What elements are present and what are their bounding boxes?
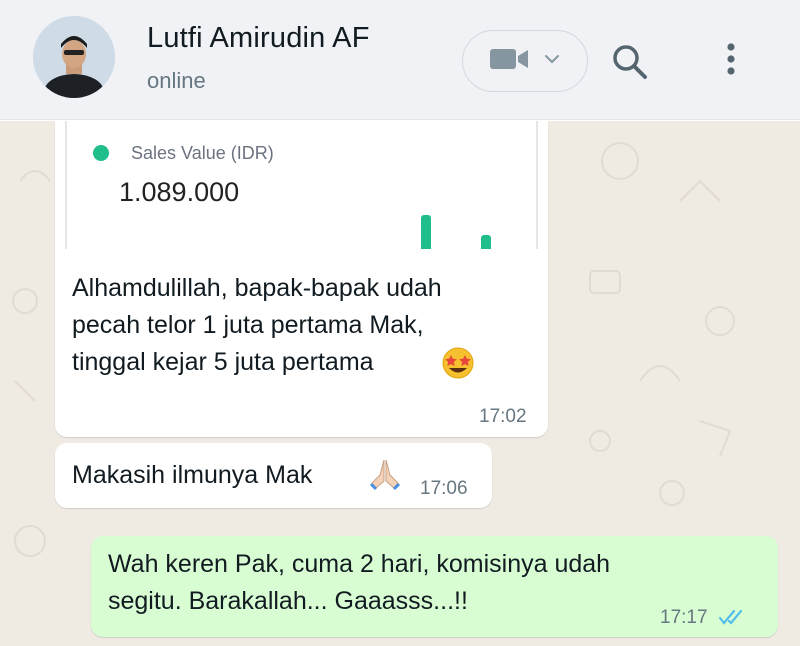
message-text: Makasih ilmunya Mak — [72, 461, 313, 489]
message-time: 17:02 — [479, 406, 527, 427]
message-line: Alhamdulillah, bapak-bapak udah — [72, 274, 442, 302]
search-button[interactable] — [608, 40, 652, 84]
chat-header: Lutfi Amirudin AF online — [0, 0, 800, 120]
message-time: 17:06 — [420, 478, 468, 499]
message-time: 17:17 — [660, 607, 708, 628]
message-line: tinggal kejar 5 juta pertama — [72, 348, 374, 376]
contact-status: online — [147, 68, 206, 93]
more-menu-icon — [727, 43, 735, 75]
read-receipt-icon — [718, 608, 748, 631]
incoming-message-bubble[interactable]: Sales Value (IDR) 1.089.000 Alhamdulilla… — [55, 121, 548, 437]
search-icon — [613, 45, 647, 79]
more-menu-button[interactable] — [716, 38, 746, 82]
message-line: pecah telor 1 juta pertama Mak, — [72, 311, 424, 339]
chart-bar — [421, 215, 431, 249]
outgoing-message-bubble[interactable]: Wah keren Pak, cuma 2 hari, komisinya ud… — [91, 536, 778, 637]
chart-bar — [481, 235, 491, 249]
star-struck-emoji — [441, 346, 475, 385]
sales-card-label: Sales Value (IDR) — [131, 143, 274, 163]
chevron-down-icon — [544, 52, 560, 70]
video-call-button[interactable] — [462, 30, 588, 92]
sales-card-preview[interactable]: Sales Value (IDR) 1.089.000 — [65, 121, 538, 249]
folded-hands-emoji — [368, 457, 402, 496]
incoming-message-bubble[interactable]: Makasih ilmunya Mak 17:06 — [55, 443, 492, 508]
contact-avatar[interactable] — [33, 16, 115, 98]
sales-card-value: 1.089.000 — [119, 177, 240, 207]
contact-name[interactable]: Lutfi Amirudin AF — [147, 22, 370, 55]
legend-dot — [93, 145, 109, 161]
message-line: segitu. Barakallah... Gaaasss...!! — [108, 587, 468, 615]
chat-area[interactable]: Sales Value (IDR) 1.089.000 Alhamdulilla… — [0, 121, 800, 646]
video-call-icon — [490, 47, 530, 76]
message-line: Wah keren Pak, cuma 2 hari, komisinya ud… — [108, 550, 611, 578]
